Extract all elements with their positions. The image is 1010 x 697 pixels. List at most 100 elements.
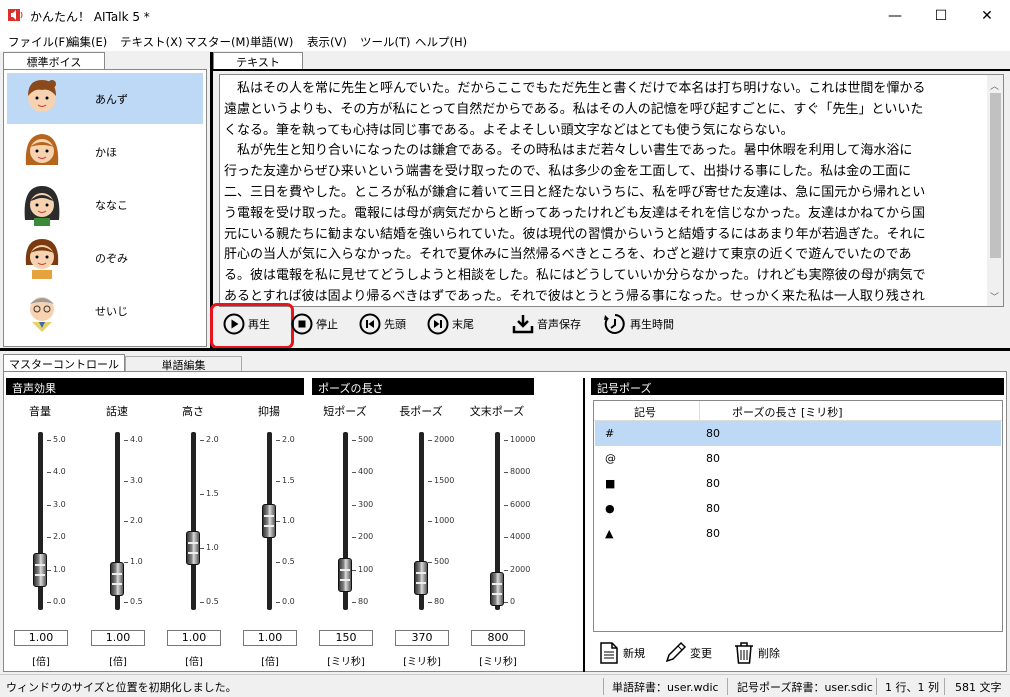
- slider-value-input[interactable]: 1.00: [167, 630, 221, 646]
- slider-track[interactable]: [191, 432, 196, 610]
- slider-thumb[interactable]: [186, 531, 200, 565]
- symbol-pause-header: 記号ポーズ: [591, 378, 1004, 395]
- menu-view[interactable]: 表示(V): [307, 34, 347, 50]
- symbol-cell: ▲: [605, 527, 614, 540]
- pause-value-cell: 80: [706, 427, 720, 440]
- menu-file[interactable]: ファイル(F): [8, 34, 70, 50]
- slider-unit: [倍]: [185, 657, 203, 668]
- slider-value-input[interactable]: 1.00: [243, 630, 297, 646]
- slider-thumb[interactable]: [110, 561, 124, 596]
- tab-master-control[interactable]: マスターコントロール: [3, 354, 125, 372]
- head-button[interactable]: 先頭: [359, 313, 406, 335]
- voice-item-anzu[interactable]: あんず: [7, 73, 203, 124]
- tick-label: 300: [358, 499, 374, 509]
- slider-label: 抑揚: [258, 405, 280, 418]
- menu-word[interactable]: 単語(W): [250, 34, 293, 50]
- menu-edit[interactable]: 編集(E): [68, 34, 107, 50]
- skip-end-icon: [427, 313, 449, 335]
- voice-name: ななこ: [95, 198, 128, 212]
- slider-value-input[interactable]: 370: [395, 630, 449, 646]
- table-row[interactable]: #80: [595, 421, 1001, 446]
- voice-name: のぞみ: [95, 251, 128, 265]
- edit-button[interactable]: 変更: [663, 641, 712, 665]
- slider-unit: [ミリ秒]: [479, 657, 517, 668]
- scroll-down-icon[interactable]: ﹀: [990, 290, 999, 303]
- slider-label: 高さ: [182, 405, 204, 418]
- slider-value-input[interactable]: 150: [319, 630, 373, 646]
- tail-button[interactable]: 末尾: [427, 313, 474, 335]
- voice-name: かほ: [95, 145, 117, 159]
- table-row[interactable]: @80: [595, 446, 1001, 471]
- voice-item-seiji[interactable]: せいじ: [7, 285, 203, 336]
- scrollbar[interactable]: ︿ ﹀: [987, 75, 1003, 306]
- tab-word-edit[interactable]: 単語編集: [125, 356, 242, 372]
- stop-button[interactable]: 停止: [291, 313, 338, 335]
- trash-icon: [735, 642, 753, 664]
- menu-tools[interactable]: ツール(T): [360, 34, 411, 50]
- slider-thumb[interactable]: [338, 558, 352, 592]
- menu-master[interactable]: マスター(M): [185, 34, 250, 50]
- voice-name: あんず: [95, 92, 128, 106]
- slider-thumb[interactable]: [33, 552, 47, 587]
- menu-help[interactable]: ヘルプ(H): [415, 34, 467, 50]
- speaker-icon: [8, 9, 23, 21]
- tab-standard-voice[interactable]: 標準ボイス: [3, 52, 105, 70]
- slider-unit: [倍]: [32, 657, 50, 668]
- text-editor[interactable]: 私はその人を常に先生と呼んでいた。だからここでもただ先生と書くだけで本名は打ち明…: [219, 74, 1004, 307]
- table-row[interactable]: ■ 80: [595, 471, 1001, 496]
- slider-label: 話速: [106, 405, 128, 418]
- tick-label: 80: [358, 597, 369, 606]
- symbol-table: 記号 ポーズの長さ [ミリ秒] #80 @80 ■ 80 ● 80 ▲ 80: [593, 400, 1003, 632]
- play-highlight: [210, 303, 294, 349]
- slider-label: 短ポーズ: [323, 405, 367, 418]
- tick-label: 2.0: [53, 532, 66, 542]
- play-time-button[interactable]: 再生時間: [603, 313, 674, 335]
- scroll-up-icon[interactable]: ︿: [990, 79, 999, 92]
- tick-label: 1.5: [206, 489, 219, 498]
- table-row[interactable]: ▲ 80: [595, 521, 1001, 546]
- symbol-dictionary: 記号ポーズ辞書：user.sdic: [737, 681, 873, 694]
- minimize-button[interactable]: —: [872, 0, 918, 31]
- voice-list: あんず かほ ななこ のぞみ せいじ: [3, 69, 207, 347]
- new-label: 新規: [623, 647, 645, 660]
- splitter[interactable]: [0, 348, 1010, 351]
- skip-start-icon: [359, 313, 381, 335]
- tick-label: 10000: [510, 435, 536, 444]
- tick-label: 400: [358, 467, 374, 477]
- tick-label: 0.5: [206, 597, 219, 606]
- voice-item-kaho[interactable]: かほ: [7, 126, 203, 177]
- tick-label: 2000: [510, 564, 531, 574]
- table-row[interactable]: ● 80: [595, 496, 1001, 521]
- text-line: 遠慮というよりも、その方が私にとって自然だからである。私はその人の記憶を呼び起す…: [224, 101, 924, 117]
- status-bar: ウィンドウのサイズと位置を初期化しました。 単語辞書：user.wdic 記号ポ…: [0, 674, 1010, 697]
- voice-item-nanako[interactable]: ななこ: [7, 179, 203, 230]
- word-dictionary: 単語辞書：user.wdic: [612, 681, 719, 694]
- new-button[interactable]: 新規: [598, 641, 645, 665]
- delete-button[interactable]: 削除: [733, 641, 780, 665]
- text-line: う電報を受け取った。電報には母が病気だからと断ってあったけれども友達はそれを信じ…: [224, 205, 925, 221]
- status-message: ウィンドウのサイズと位置を初期化しました。: [6, 681, 237, 694]
- scroll-thumb[interactable]: [990, 93, 1001, 258]
- menu-text[interactable]: テキスト(X): [120, 34, 183, 50]
- close-button[interactable]: ✕: [964, 0, 1010, 31]
- text-line: 二、三日を費やした。ところが私が鎌倉に着いて三日と経たないうちに、私を呼び寄せた…: [224, 184, 926, 200]
- slider-label: 長ポーズ: [399, 405, 443, 418]
- slider-thumb[interactable]: [414, 560, 428, 595]
- maximize-button[interactable]: ☐: [918, 0, 964, 31]
- tab-text[interactable]: テキスト: [213, 52, 303, 70]
- slider-thumb[interactable]: [490, 572, 504, 607]
- timer-icon: [604, 314, 625, 334]
- save-audio-button[interactable]: 音声保存: [512, 313, 581, 335]
- voice-name: せいじ: [95, 304, 128, 318]
- slider-thumb[interactable]: [262, 504, 276, 538]
- slider-value-input[interactable]: 1.00: [14, 630, 68, 646]
- voice-item-nozomi[interactable]: のぞみ: [7, 232, 203, 283]
- slider-value-input[interactable]: 1.00: [91, 630, 145, 646]
- tick-label: 0.0: [282, 597, 295, 606]
- tick-label: 80: [434, 597, 445, 606]
- tick-label: 6000: [510, 499, 531, 509]
- tick-label: 4.0: [130, 435, 143, 444]
- stop-icon: [291, 313, 313, 335]
- slider-value-input[interactable]: 800: [471, 630, 525, 646]
- tick-label: 1500: [434, 475, 455, 485]
